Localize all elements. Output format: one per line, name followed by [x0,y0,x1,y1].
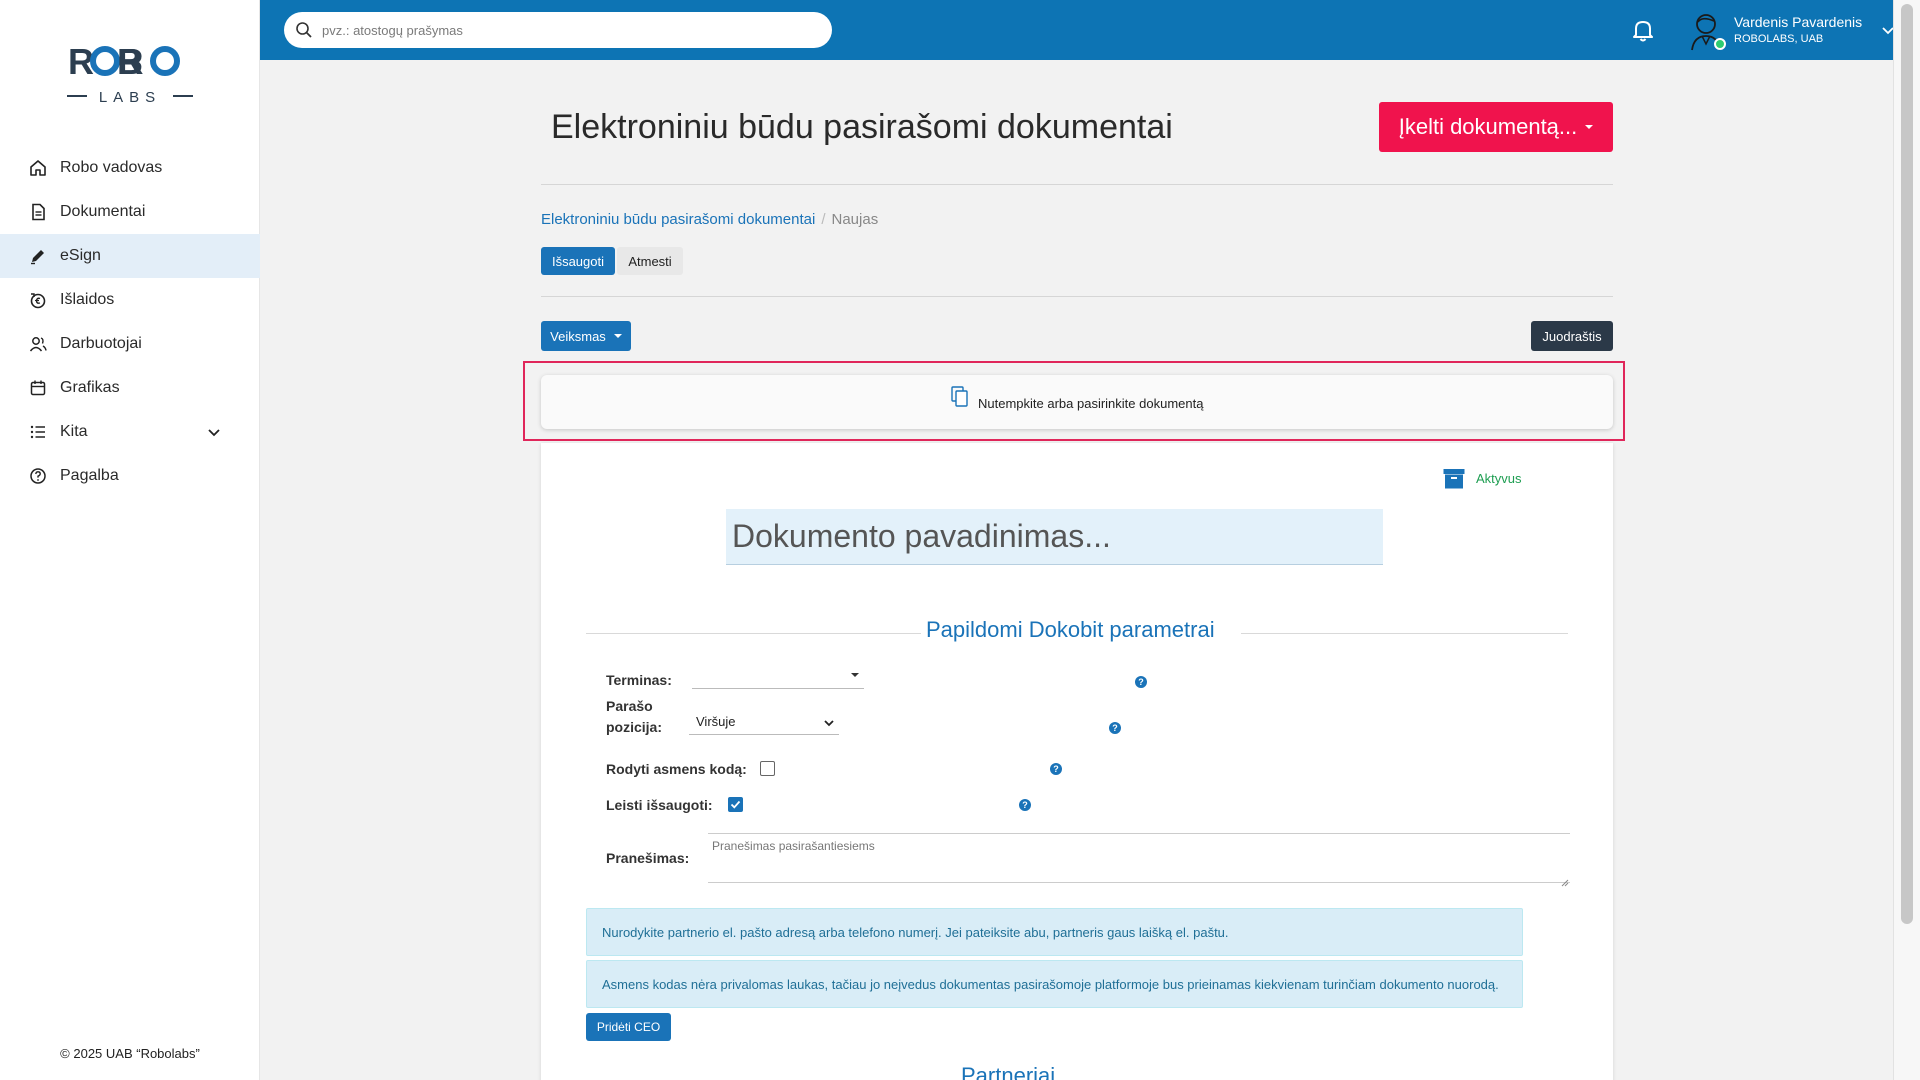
caret-down-icon [613,334,622,338]
sidebar-item-label: Dokumentai [60,203,146,220]
save-button[interactable]: Išsaugoti [541,247,615,275]
document-icon [28,202,48,222]
copyright-text: © 2025 UAB “Robolabs” [60,1046,200,1061]
breadcrumb: Elektroniniu būdu pasirašomi dokumentai /… [541,211,878,228]
show-personal-code-label: Rodyti asmens kodą: [606,761,747,777]
sidebar-item-dokumentai[interactable]: Dokumentai [0,190,260,234]
upload-document-button[interactable]: Įkelti dokumentą... [1379,102,1613,152]
alert-text: Nurodykite partnerio el. pašto adresą ar… [602,924,1229,940]
drop-zone-text: Nutempkite arba pasirinkite dokumentą [978,396,1204,411]
sidebar-item-darbuotojai[interactable]: Darbuotojai [0,322,260,366]
info-alert-partner-contact: Nurodykite partnerio el. pašto adresą ar… [586,908,1523,956]
help-icon[interactable]: ? [1019,799,1031,811]
show-personal-code-checkbox[interactable] [760,761,775,776]
partners-heading: Partneriai... [961,1063,1074,1080]
divider [541,184,1613,185]
divider [541,296,1613,297]
main-content: Elektroniniu būdu pasirašomi dokumentai … [260,60,1893,1080]
document-drop-zone[interactable]: Nutempkite arba pasirinkite dokumentą [541,375,1613,429]
sidebar-item-esign[interactable]: eSign [0,234,260,278]
chevron-down-icon[interactable] [204,422,224,442]
sidebar-item-pagalba[interactable]: Pagalba [0,454,260,498]
breadcrumb-current: Naujas [831,211,879,228]
add-ceo-button[interactable]: Pridėti CEO [586,1013,671,1041]
avatar[interactable] [1686,8,1730,52]
help-icon [28,466,48,486]
signature-position-value: Viršuje [696,714,736,729]
term-label: Terminas: [606,672,672,688]
users-icon [28,334,48,354]
status-badge[interactable]: Aktyvus [1476,471,1522,486]
sidebar-item-label: Išlaidos [60,291,115,308]
page-title: Elektroniniu būdu pasirašomi dokumentai [551,108,1173,146]
cancel-button[interactable]: Atmesti [617,247,683,275]
chevron-down-icon [823,717,835,729]
sidebar-item-label: Pagalba [60,467,119,484]
signature-position-label: pozicija: [606,719,663,735]
sidebar-item-label: Robo vadovas [60,159,163,176]
help-icon[interactable]: ? [1109,722,1121,734]
calendar-icon [28,378,48,398]
search-box[interactable] [284,12,832,48]
scrollbar-thumb[interactable] [1901,4,1913,924]
help-icon[interactable]: ? [1050,763,1062,775]
action-button-label: Veiksmas [550,328,606,344]
caret-down-icon [1585,125,1594,129]
notification-bell-icon[interactable] [1630,17,1656,43]
divider [1241,633,1568,634]
sidebar-nav: Robo vadovas Dokumentai eSign Išlaidos D… [0,146,260,498]
archive-icon[interactable] [1443,468,1465,490]
search-icon [295,21,313,39]
svg-text:LABS: LABS [99,89,161,106]
signature-position-label: Parašo [606,698,653,714]
robolabs-logo[interactable]: R R B LABS [65,40,195,110]
sidebar-item-label: eSign [60,247,101,264]
expenses-icon [28,290,48,310]
document-form-card: Aktyvus Papildomi Dokobit parametrai Ter… [541,443,1613,1080]
resize-grip-icon[interactable] [1561,874,1569,887]
alert-text: Asmens kodas nėra privalomas laukas, tač… [602,976,1499,992]
breadcrumb-separator: / [821,211,826,228]
sidebar-item-kita[interactable]: Kita [0,410,260,454]
upload-button-label: Įkelti dokumentą... [1398,114,1578,139]
online-status-icon [1714,38,1726,50]
search-input[interactable] [320,18,820,42]
info-alert-personal-code: Asmens kodas nėra privalomas laukas, tač… [586,960,1523,1008]
allow-save-checkbox[interactable] [728,797,743,812]
term-select[interactable] [692,665,864,689]
svg-text:B: B [117,41,143,82]
user-name[interactable]: Vardenis Pavardenis [1734,14,1862,30]
copy-files-icon [951,386,969,408]
divider [586,633,921,634]
sidebar-item-label: Kita [60,423,88,440]
user-company: ROBOLABS, UAB [1734,33,1824,45]
draft-button[interactable]: Juodraštis [1531,321,1613,351]
sidebar-item-robo-vadovas[interactable]: Robo vadovas [0,146,260,190]
document-title-input[interactable] [726,509,1383,565]
home-icon [28,158,48,178]
allow-save-label: Leisti išsaugoti: [606,797,713,813]
signature-position-select[interactable]: Viršuje [689,711,839,735]
action-dropdown-button[interactable]: Veiksmas [541,321,631,351]
message-textarea[interactable] [708,833,1570,883]
sidebar-item-label: Darbuotojai [60,335,142,352]
sidebar-item-islaidos[interactable]: Išlaidos [0,278,260,322]
message-label: Pranešimas: [606,850,690,866]
pen-icon [28,246,48,266]
page-scrollbar[interactable] [1893,0,1920,1080]
caret-down-icon [851,673,859,677]
list-icon [28,422,48,442]
help-icon[interactable]: ? [1135,676,1147,688]
sidebar-item-label: Grafikas [60,379,120,396]
breadcrumb-link[interactable]: Elektroniniu būdu pasirašomi dokumentai [541,211,815,228]
section-title: Papildomi Dokobit parametrai [926,617,1215,642]
sidebar-item-grafikas[interactable]: Grafikas [0,366,260,410]
sidebar: R R B LABS Robo vadovas Dokumentai eSign… [0,0,260,1080]
top-bar: Vardenis Pavardenis ROBOLABS, UAB [260,0,1894,60]
